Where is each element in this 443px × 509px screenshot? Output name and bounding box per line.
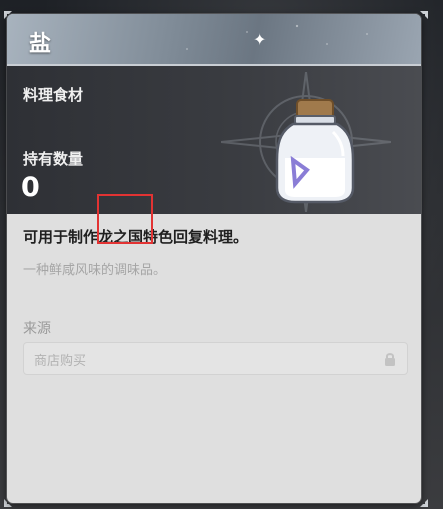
item-title: 盐 (29, 32, 53, 57)
quantity-value: 0 (21, 172, 40, 203)
item-category: 料理食材 (23, 86, 84, 104)
lock-icon (385, 353, 395, 366)
sparkle-icon: ✦ (253, 30, 267, 49)
item-detail-card: 盐 ✦ 料理食材 持有数量 0 可用于制作龙之国特色回复料理。 一种鲜咸风味的调… (7, 14, 421, 503)
quantity-label: 持有数量 (23, 150, 84, 168)
title-bar: 盐 ✦ (7, 14, 421, 66)
item-flavor-text: 一种鲜咸风味的调味品。 (23, 263, 167, 278)
source-label: 来源 (23, 321, 51, 337)
salt-bottle-icon (275, 99, 355, 204)
source-entry-label: 商店购买 (34, 354, 87, 369)
highlight-annotation (97, 194, 153, 244)
item-header-panel: 料理食材 持有数量 0 (7, 66, 421, 214)
source-entry[interactable]: 商店购买 (23, 342, 408, 375)
